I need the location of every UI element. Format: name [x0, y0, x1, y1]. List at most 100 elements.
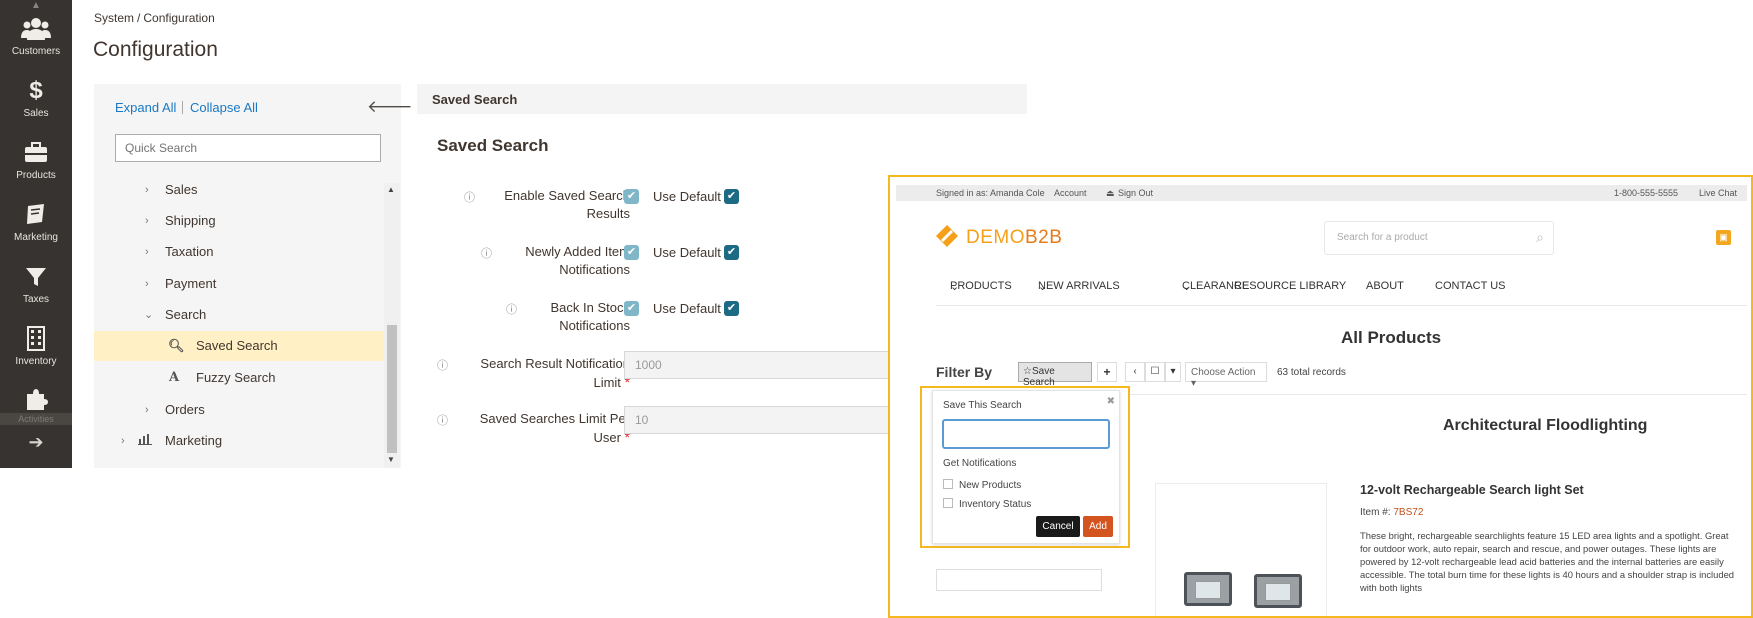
rail-scroll-up-icon[interactable]: ▲ — [0, 0, 72, 12]
quick-search-input[interactable] — [115, 134, 381, 162]
tree-item-taxation[interactable]: › Taxation — [94, 237, 384, 267]
storefront-preview: Signed in as: Amanda Cole Account ⏏ Sign… — [888, 175, 1753, 618]
new-products-option[interactable]: New Products — [943, 479, 1021, 491]
tree-scrollbar[interactable]: ▲ ▼ — [384, 183, 400, 468]
choose-action-dropdown[interactable]: Choose Action ▾ — [1185, 362, 1267, 389]
save-search-dialog: Save This Search ✖ Get Notifications New… — [932, 390, 1120, 544]
sign-out-link[interactable]: Sign Out — [1118, 188, 1153, 198]
expand-all-link[interactable]: Expand All — [115, 100, 176, 115]
config-tree-panel: Expand All Collapse All 🡐 › Sales › Ship… — [94, 84, 413, 468]
collapse-panel-arrow-icon[interactable]: 🡐 — [367, 97, 413, 117]
product-name-link[interactable]: 12-volt Rechargeable Search light Set — [1360, 483, 1584, 497]
tree-item-saved-search[interactable]: 🔍︎ Saved Search — [94, 331, 384, 361]
new-products-checkbox[interactable] — [943, 479, 953, 489]
use-default-checkbox[interactable]: ✔ — [724, 245, 739, 260]
chevron-down-icon: ⌄ — [144, 309, 154, 321]
get-notifications-label: Get Notifications — [943, 458, 1017, 469]
nav-contact-us[interactable]: CONTACT US — [1435, 280, 1506, 292]
scroll-thumb[interactable] — [387, 325, 397, 453]
field-label: Enable Saved Search Results — [480, 187, 630, 223]
cancel-button[interactable]: Cancel — [1036, 516, 1080, 537]
prev-page-button[interactable]: ‹ — [1125, 362, 1145, 382]
tree-item-search[interactable]: ⌄ Search — [94, 300, 384, 330]
use-default-checkbox[interactable]: ✔ — [724, 189, 739, 204]
add-button[interactable]: Add — [1083, 516, 1113, 537]
nav-clearance-menu[interactable]: CLEARANCE ⌄ — [1182, 280, 1249, 293]
use-default-checkbox[interactable]: ✔ — [724, 301, 739, 316]
enable-saved-search-checkbox[interactable]: ✔ — [624, 189, 639, 204]
search-result-limit-input[interactable]: 1000 — [624, 351, 894, 379]
nav-inventory[interactable]: Inventory — [0, 326, 72, 367]
collapse-all-link[interactable]: Collapse All — [190, 100, 258, 115]
chevron-right-icon: › — [145, 246, 149, 258]
field-label: Newly Added Item Notifications — [480, 243, 630, 279]
font-a-icon: A — [169, 370, 180, 385]
tree-item-orders[interactable]: › Orders — [94, 395, 384, 425]
logo-demo: DEMO — [966, 227, 1025, 248]
field-label-line1: Back In Stock — [550, 300, 630, 315]
add-filter-button[interactable]: + — [1097, 362, 1117, 382]
cart-icon[interactable]: ▣ — [1716, 230, 1731, 245]
inventory-status-checkbox[interactable] — [943, 498, 953, 508]
search-name-input[interactable] — [942, 419, 1110, 449]
nav-inventory-label: Inventory — [15, 356, 57, 367]
nav-activities[interactable] — [0, 386, 72, 412]
nav-sales[interactable]: $ Sales — [0, 78, 72, 120]
phone-number: 1-800-555-5555 — [1614, 188, 1679, 198]
logo-b2b: B2B — [1025, 227, 1063, 248]
admin-nav-rail: ▲ Customers $ Sales Products Marketing T… — [0, 0, 72, 468]
scroll-up-arrow-icon[interactable]: ▲ — [387, 185, 395, 194]
tree-item-marketing[interactable]: › Marketing — [94, 426, 384, 456]
item-number: Item #: 7BS72 — [1360, 507, 1423, 518]
nav-products[interactable]: Products — [0, 140, 72, 181]
nav-marketing[interactable]: Marketing — [0, 202, 72, 243]
save-search-button[interactable]: ☆Save Search — [1018, 362, 1092, 388]
tree-item-fuzzy-search[interactable]: A Fuzzy Search — [94, 363, 384, 393]
option-label: Inventory Status — [959, 499, 1032, 510]
select-dropdown-button[interactable]: ▾ — [1165, 362, 1181, 382]
tree-item-payment[interactable]: › Payment — [94, 269, 384, 299]
breadcrumb-current: Configuration — [143, 11, 215, 25]
signed-in-text: Signed in as: Amanda Cole — [936, 188, 1045, 198]
option-label: New Products — [959, 480, 1022, 491]
nav-taxes[interactable]: Taxes — [0, 264, 72, 305]
nav-label: PRODUCTS — [950, 280, 1012, 292]
nav-new-arrivals-menu[interactable]: NEW ARRIVALS ⌄ — [1038, 280, 1120, 293]
tree-item-label: Sales — [165, 182, 198, 197]
background-filter-input[interactable] — [936, 569, 1102, 591]
item-number-code[interactable]: 7BS72 — [1393, 507, 1423, 518]
tree-item-label: Taxation — [165, 244, 214, 259]
tree-item-label: Payment — [165, 276, 217, 291]
save-search-popup: Save This Search ✖ Get Notifications New… — [920, 386, 1130, 548]
breadcrumb-parent[interactable]: System — [94, 11, 134, 25]
store-search-input[interactable]: Search for a product ⌕ — [1324, 221, 1554, 255]
account-link[interactable]: Account — [1054, 188, 1087, 198]
store-search-placeholder: Search for a product — [1337, 232, 1428, 243]
select-all-checkbox[interactable]: ☐ — [1145, 362, 1165, 382]
tree-item-shipping[interactable]: › Shipping — [94, 206, 384, 236]
scroll-down-arrow-icon[interactable]: ▼ — [387, 455, 395, 464]
close-icon[interactable]: ✖ — [1107, 396, 1115, 407]
breadcrumb-separator: / — [137, 11, 141, 25]
chevron-right-icon: › — [145, 404, 149, 416]
chevron-right-icon: › — [145, 215, 149, 227]
section-header-bar[interactable]: Saved Search — [417, 84, 1027, 114]
expand-menu-arrow-icon[interactable]: ➔ — [0, 432, 72, 453]
product-image[interactable] — [1155, 483, 1327, 616]
nav-customers[interactable]: Customers — [0, 16, 72, 57]
nav-products-menu[interactable]: PRODUCTS ⌄ — [950, 280, 1012, 293]
floodlight-image — [1254, 574, 1302, 608]
info-icon: ⓘ — [464, 192, 475, 204]
back-in-stock-checkbox[interactable]: ✔ — [624, 301, 639, 316]
search-icon[interactable]: ⌕ — [1536, 229, 1544, 246]
nav-resource-library[interactable]: RESOURCE LIBRARY — [1234, 280, 1346, 292]
customers-icon — [21, 18, 51, 40]
tree-item-sales[interactable]: › Sales — [94, 175, 384, 205]
product-description: These bright, rechargeable searchlights … — [1360, 530, 1734, 593]
live-chat-link[interactable]: Live Chat — [1699, 188, 1737, 198]
saved-searches-limit-input[interactable]: 10 — [624, 406, 894, 434]
info-icon: ⓘ — [437, 360, 448, 372]
newly-added-item-checkbox[interactable]: ✔ — [624, 245, 639, 260]
inventory-status-option[interactable]: Inventory Status — [943, 498, 1031, 510]
nav-about[interactable]: ABOUT — [1366, 280, 1404, 292]
